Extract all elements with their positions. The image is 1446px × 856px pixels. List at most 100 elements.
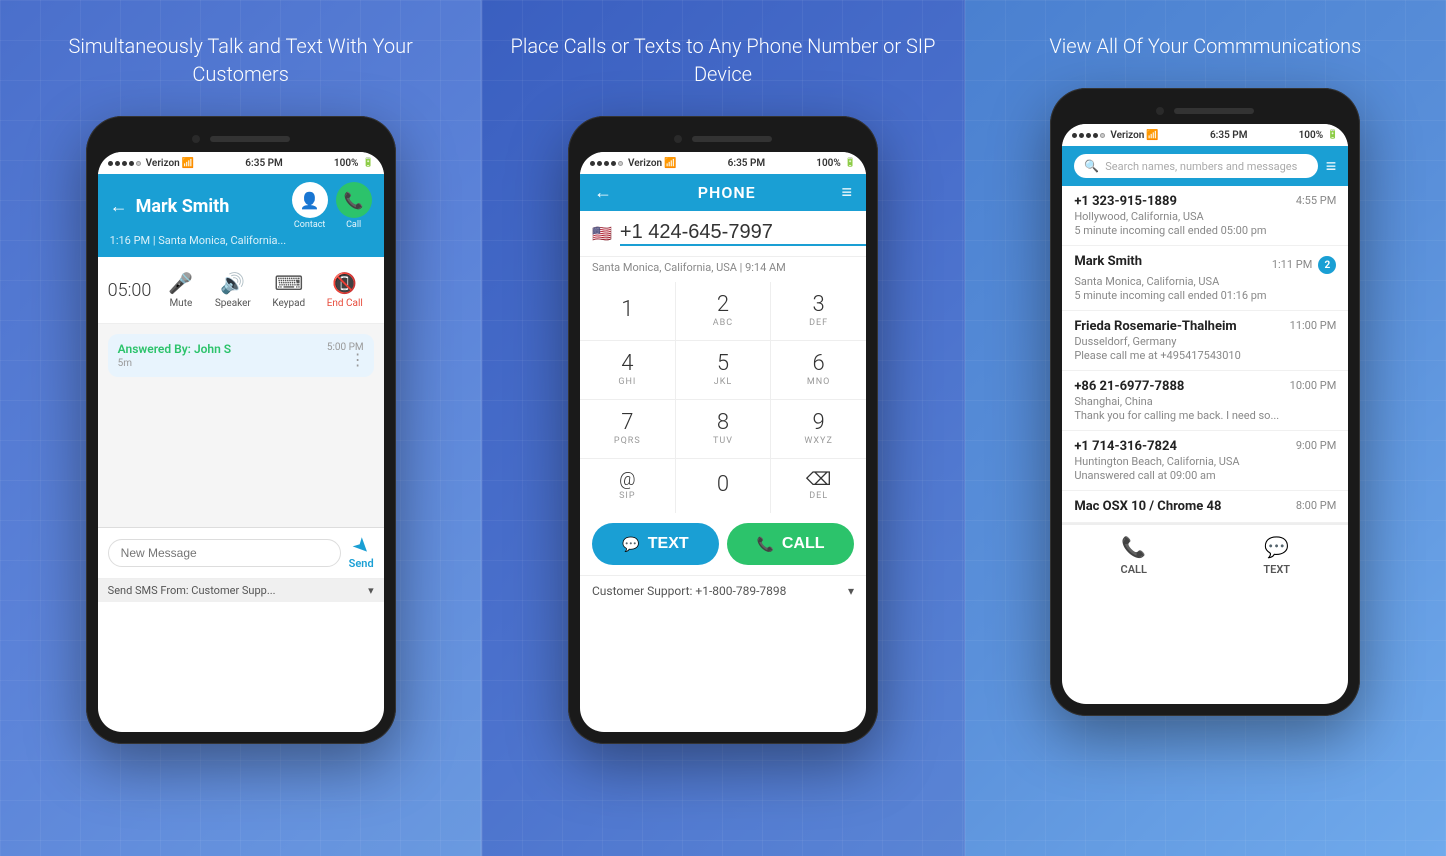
- end-call-label: End Call: [327, 298, 363, 309]
- carrier-left: Verizon: [146, 158, 180, 169]
- search-box[interactable]: 🔍 Search names, numbers and messages: [1074, 154, 1317, 178]
- key-1[interactable]: 1: [580, 282, 675, 340]
- battery-center: 100%: [816, 158, 841, 169]
- call-btn-header[interactable]: 📞 Call: [336, 182, 372, 230]
- mute-icon: 🎤: [168, 271, 193, 295]
- key-4[interactable]: 4 GHI: [580, 341, 675, 399]
- new-message-input[interactable]: [108, 539, 341, 567]
- message-area: Answered By: John S 5:00 PM 5m ⋮: [98, 324, 384, 387]
- support-chevron: ▾: [848, 584, 854, 598]
- send-icon: ➤: [348, 534, 374, 560]
- call-btn-label: CALL: [782, 535, 825, 553]
- phone-notch-center: [580, 128, 866, 150]
- list-item[interactable]: +86 21-6977-7888 10:00 PM Shanghai, Chin…: [1062, 371, 1348, 431]
- key-0[interactable]: 0: [676, 459, 771, 513]
- panel-center: Place Calls or Texts to Any Phone Number…: [481, 0, 964, 856]
- call-header: ← Mark Smith 👤 Contact 📞 Call 1:16 PM | …: [98, 174, 384, 257]
- speaker-btn[interactable]: 🔊 Speaker: [215, 271, 251, 309]
- comm-list: +1 323-915-1889 4:55 PM Hollywood, Calif…: [1062, 186, 1348, 523]
- bottom-text-label: TEXT: [1263, 563, 1290, 576]
- send-label: Send: [349, 557, 374, 570]
- carrier-center: Verizon: [628, 158, 662, 169]
- bottom-call-action[interactable]: 📞 CALL: [1121, 535, 1147, 576]
- call-button[interactable]: 📞 CALL: [727, 523, 854, 565]
- speaker-icon: 🔊: [220, 271, 245, 295]
- text-btn-label: TEXT: [648, 535, 689, 553]
- call-timer: 05:00: [108, 280, 158, 301]
- text-button[interactable]: 💬 TEXT: [592, 523, 719, 565]
- key-3[interactable]: 3 DEF: [771, 282, 866, 340]
- search-header: 🔍 Search names, numbers and messages ≡: [1062, 146, 1348, 186]
- call-subtitle: 1:16 PM | Santa Monica, California...: [110, 234, 372, 247]
- phone-notch-right: [1062, 100, 1348, 122]
- panel-center-title: Place Calls or Texts to Any Phone Number…: [482, 32, 963, 88]
- keypad: 1 2 ABC 3 DEF 4 GHI 5 JKL: [580, 282, 866, 513]
- battery-left: 100%: [334, 158, 359, 169]
- message-bubble: Answered By: John S 5:00 PM 5m ⋮: [108, 334, 374, 377]
- panel-right: View All Of Your Commmunications Verizon: [965, 0, 1446, 856]
- unread-badge: 2: [1318, 256, 1336, 274]
- contact-name: Mark Smith: [136, 196, 292, 217]
- msg-sender: Answered By: John S: [118, 342, 231, 356]
- dialer-menu[interactable]: ≡: [841, 182, 852, 203]
- keypad-icon: ⌨: [274, 271, 303, 295]
- support-number[interactable]: Customer Support: +1-800-789-7898 ▾: [580, 575, 866, 606]
- camera-right: [1156, 107, 1164, 115]
- phone-screen-center: Verizon 📶 6:35 PM 100% 🔋 ← PHONE ≡ 🇺🇸: [580, 152, 866, 732]
- list-item[interactable]: Frieda Rosemarie-Thalheim 11:00 PM Dusse…: [1062, 311, 1348, 371]
- msg-menu[interactable]: ⋮: [350, 350, 366, 369]
- camera-left: [192, 135, 200, 143]
- battery-right: 100%: [1299, 130, 1324, 141]
- key-5[interactable]: 5 JKL: [676, 341, 771, 399]
- location-hint: Santa Monica, California, USA | 9:14 AM: [580, 257, 866, 282]
- support-label: Customer Support: +1-800-789-7898: [592, 584, 786, 598]
- status-bar-center: Verizon 📶 6:35 PM 100% 🔋: [580, 152, 866, 174]
- dialer-header: ← PHONE ≡: [580, 174, 866, 211]
- key-del[interactable]: ⌫ DEL: [771, 459, 866, 513]
- dialer-back[interactable]: ←: [594, 182, 612, 203]
- key-at[interactable]: @ SIP: [580, 459, 675, 513]
- phone-frame-right: Verizon 📶 6:35 PM 100% 🔋 🔍 Search names,…: [1050, 88, 1360, 716]
- key-6[interactable]: 6 MNO: [771, 341, 866, 399]
- contact-btn[interactable]: 👤 Contact: [292, 182, 328, 230]
- list-item[interactable]: +1 323-915-1889 4:55 PM Hollywood, Calif…: [1062, 186, 1348, 246]
- time-left: 6:35 PM: [245, 158, 283, 169]
- call-label: Call: [346, 220, 361, 230]
- carrier-right: Verizon: [1110, 130, 1144, 141]
- list-menu-icon[interactable]: ≡: [1326, 156, 1337, 177]
- call-btn-icon: 📞: [756, 536, 773, 553]
- sms-input-area: ➤ Send: [98, 527, 384, 578]
- bottom-text-icon: 💬: [1264, 535, 1289, 559]
- bottom-actions: 📞 CALL 💬 TEXT: [1062, 523, 1348, 586]
- key-2[interactable]: 2 ABC: [676, 282, 771, 340]
- send-button[interactable]: ➤ Send: [349, 536, 374, 570]
- list-item[interactable]: Mark Smith 1:11 PM 2 Santa Monica, Calif…: [1062, 246, 1348, 311]
- panel-left-title: Simultaneously Talk and Text With Your C…: [0, 32, 481, 88]
- phone-screen-right: Verizon 📶 6:35 PM 100% 🔋 🔍 Search names,…: [1062, 124, 1348, 704]
- mute-btn[interactable]: 🎤 Mute: [168, 271, 193, 309]
- back-arrow[interactable]: ←: [110, 196, 128, 217]
- speaker-right: [1174, 108, 1254, 114]
- key-9[interactable]: 9 WXYZ: [771, 400, 866, 458]
- list-item[interactable]: +1 714-316-7824 9:00 PM Huntington Beach…: [1062, 431, 1348, 491]
- end-call-btn[interactable]: 📵 End Call: [327, 271, 363, 309]
- status-bar-right: Verizon 📶 6:35 PM 100% 🔋: [1062, 124, 1348, 146]
- sms-from-chevron: ▾: [368, 584, 374, 597]
- sms-from-bar[interactable]: Send SMS From: Customer Supp... ▾: [98, 578, 384, 602]
- call-actions: 💬 TEXT 📞 CALL: [580, 513, 866, 575]
- battery-icon-left: 🔋: [362, 158, 373, 168]
- wifi-icon-left: 📶: [182, 158, 194, 169]
- search-icon: 🔍: [1084, 159, 1099, 173]
- key-8[interactable]: 8 TUV: [676, 400, 771, 458]
- status-bar-left: Verizon 📶 6:35 PM 100% 🔋: [98, 152, 384, 174]
- keypad-btn[interactable]: ⌨ Keypad: [272, 271, 305, 309]
- list-item[interactable]: Mac OSX 10 / Chrome 48 8:00 PM: [1062, 491, 1348, 523]
- mute-label: Mute: [169, 298, 192, 309]
- search-placeholder: Search names, numbers and messages: [1105, 160, 1297, 173]
- text-btn-icon: 💬: [622, 536, 639, 553]
- key-7[interactable]: 7 PQRS: [580, 400, 675, 458]
- dialer-title: PHONE: [698, 183, 756, 202]
- number-input[interactable]: [620, 221, 866, 246]
- panel-left: Simultaneously Talk and Text With Your C…: [0, 0, 481, 856]
- bottom-text-action[interactable]: 💬 TEXT: [1263, 535, 1290, 576]
